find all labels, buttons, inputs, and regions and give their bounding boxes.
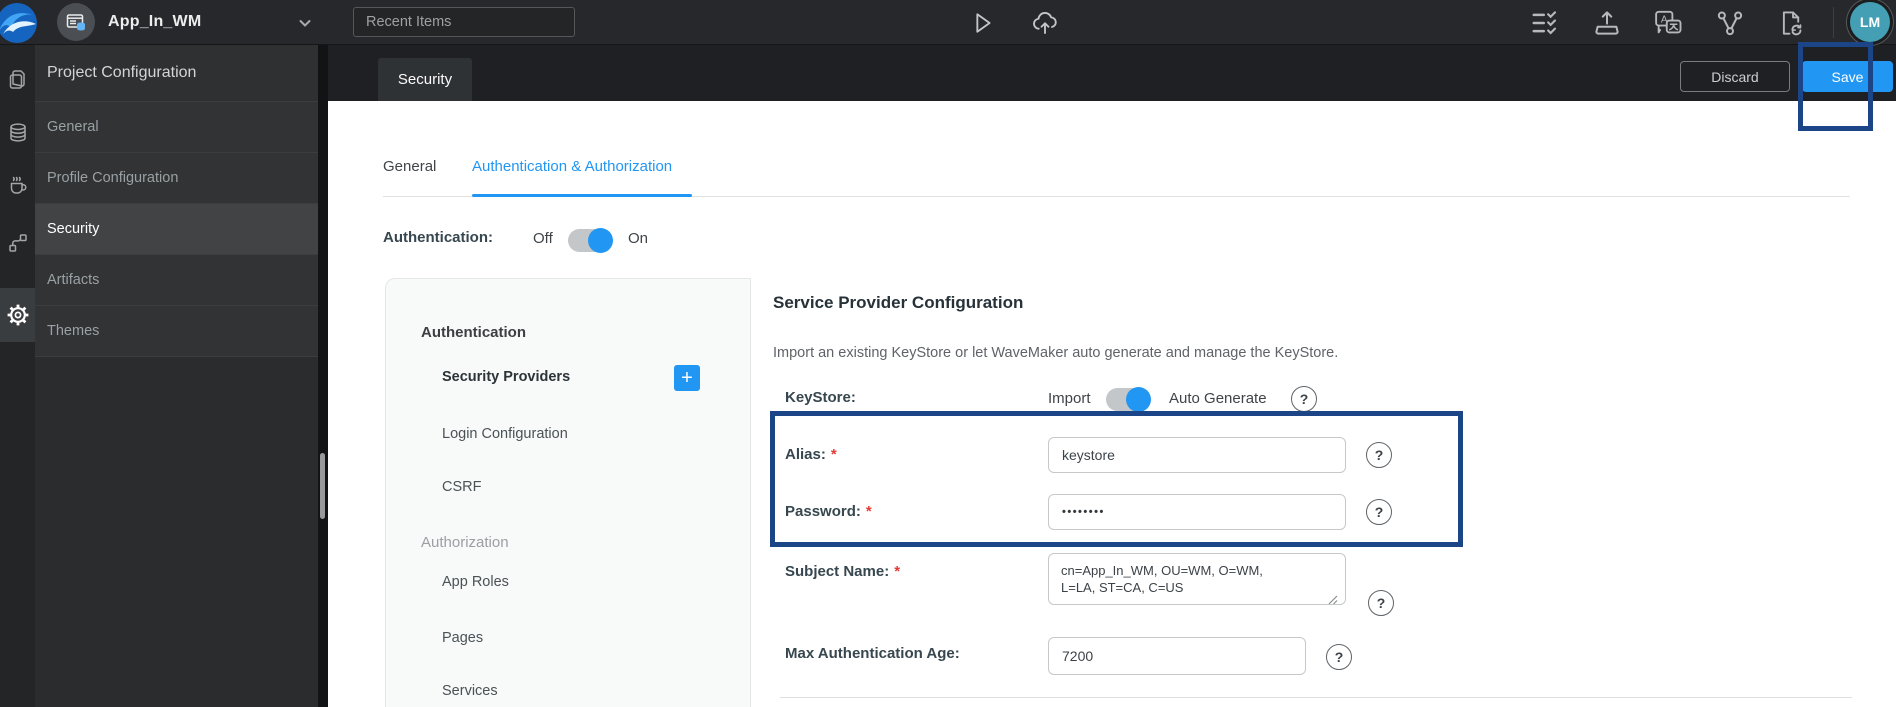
cloud-upload-icon xyxy=(1033,12,1057,34)
security-content: General Authentication & Authorization A… xyxy=(328,101,1896,707)
share-button[interactable] xyxy=(1715,8,1745,38)
authentication-toggle[interactable] xyxy=(568,228,613,253)
project-icon[interactable] xyxy=(57,3,95,41)
max-auth-age-label: Max Authentication Age: xyxy=(785,645,960,662)
workspace-header-band: Security Discard Save xyxy=(328,45,1896,101)
file-sync-icon xyxy=(1782,11,1802,36)
translate-button[interactable]: A xyxy=(1653,8,1683,38)
sidebar-item-themes[interactable]: Themes xyxy=(35,306,318,357)
publish-icon xyxy=(1595,11,1619,35)
password-input[interactable] xyxy=(1048,494,1346,530)
java-services-nav-button[interactable] xyxy=(0,163,35,207)
checklist-icon xyxy=(1532,11,1557,35)
database-icon xyxy=(9,123,26,142)
subject-name-help-button[interactable]: ? xyxy=(1368,590,1394,616)
password-label: Password: * xyxy=(785,503,872,520)
export-button[interactable] xyxy=(1592,8,1622,38)
service-provider-title: Service Provider Configuration xyxy=(773,293,1024,312)
password-label-text: Password: xyxy=(785,503,861,520)
menu-section-authentication: Authentication xyxy=(421,324,526,341)
chevron-down-icon[interactable] xyxy=(296,14,314,32)
alias-help-button[interactable]: ? xyxy=(1366,442,1392,468)
sidebar-title: Project Configuration xyxy=(35,45,318,102)
keystore-label: KeyStore: xyxy=(785,389,856,406)
subject-name-textarea[interactable]: cn=App_In_WM, OU=WM, O=WM, L=LA, ST=CA, … xyxy=(1048,553,1346,605)
topbar-divider xyxy=(1833,7,1834,38)
max-auth-age-input[interactable] xyxy=(1048,637,1306,675)
toggle-knob xyxy=(588,228,613,253)
keystore-toggle[interactable] xyxy=(1106,387,1151,412)
menu-item-login-configuration[interactable]: Login Configuration xyxy=(442,426,568,442)
password-required-marker: * xyxy=(865,503,872,520)
flows-nav-button[interactable] xyxy=(0,221,35,265)
file-sync-button[interactable] xyxy=(1777,8,1807,38)
sidebar-scrollbar[interactable] xyxy=(320,453,325,519)
left-icon-rail xyxy=(0,45,35,707)
sidebar-item-artifacts[interactable]: Artifacts xyxy=(35,255,318,306)
coffee-cup-icon xyxy=(10,176,26,194)
authentication-off-label: Off xyxy=(533,230,553,247)
alias-label-text: Alias: xyxy=(785,446,826,463)
keystore-auto-generate-label: Auto Generate xyxy=(1169,390,1267,407)
service-provider-description: Import an existing KeyStore or let WaveM… xyxy=(773,345,1339,361)
share-nodes-icon xyxy=(1717,11,1743,36)
database-nav-button[interactable] xyxy=(0,111,35,155)
workspace-tab-security[interactable]: Security xyxy=(378,58,472,101)
sidebar-gutter xyxy=(318,45,328,707)
section-divider xyxy=(780,697,1852,698)
menu-item-csrf[interactable]: CSRF xyxy=(442,479,481,495)
discard-button[interactable]: Discard xyxy=(1680,61,1790,92)
recent-items-input[interactable] xyxy=(353,7,575,37)
active-tab-underline xyxy=(472,194,692,197)
keystore-import-label: Import xyxy=(1048,390,1091,407)
toggle-knob xyxy=(1126,387,1151,412)
menu-item-pages[interactable]: Pages xyxy=(442,630,483,646)
subject-name-label: Subject Name: * xyxy=(785,563,900,580)
authentication-on-label: On xyxy=(628,230,649,247)
translate-icon: A xyxy=(1655,10,1682,34)
deploy-button[interactable] xyxy=(1030,8,1060,38)
gear-icon xyxy=(7,304,28,326)
pages-icon xyxy=(9,70,25,89)
settings-nav-button[interactable] xyxy=(0,288,35,342)
password-help-button[interactable]: ? xyxy=(1366,499,1392,525)
play-icon xyxy=(976,13,991,33)
subject-name-required-marker: * xyxy=(894,563,901,580)
alias-input[interactable] xyxy=(1048,437,1346,473)
resize-grip-icon[interactable] xyxy=(1328,595,1338,605)
add-security-provider-button[interactable]: + xyxy=(674,365,700,391)
pages-nav-button[interactable] xyxy=(0,58,35,102)
avatar[interactable]: LM xyxy=(1850,2,1890,42)
menu-item-security-providers[interactable]: Security Providers xyxy=(442,369,570,385)
alias-label: Alias: * xyxy=(785,446,837,463)
subject-name-label-text: Subject Name: xyxy=(785,563,890,580)
tab-general[interactable]: General xyxy=(383,158,436,175)
checklist-button[interactable] xyxy=(1530,8,1560,38)
menu-item-app-roles[interactable]: App Roles xyxy=(442,574,509,590)
menu-section-authorization: Authorization xyxy=(421,534,509,551)
connector-flow-icon xyxy=(8,234,27,252)
project-config-sidebar: Project Configuration General Profile Co… xyxy=(35,45,318,707)
app-title: App_In_WM xyxy=(108,13,202,30)
sidebar-item-profile-configuration[interactable]: Profile Configuration xyxy=(35,153,318,204)
save-button[interactable]: Save xyxy=(1802,61,1893,92)
sidebar-item-general[interactable]: General xyxy=(35,102,318,153)
max-auth-age-help-button[interactable]: ? xyxy=(1326,644,1352,670)
top-bar: App_In_WM Recent Items A LM xyxy=(0,0,1896,45)
run-button[interactable] xyxy=(967,8,997,38)
alias-required-marker: * xyxy=(830,446,837,463)
wavemaker-studio-screen: App_In_WM Recent Items A LM Project Conf… xyxy=(0,0,1896,707)
keystore-help-button[interactable]: ? xyxy=(1291,386,1317,412)
security-menu-card: Authentication Security Providers + Logi… xyxy=(385,278,751,707)
wavemaker-logo-icon xyxy=(0,1,42,45)
tab-authentication-authorization[interactable]: Authentication & Authorization xyxy=(472,158,672,175)
sidebar-item-security[interactable]: Security xyxy=(35,204,318,255)
menu-item-services[interactable]: Services xyxy=(442,683,498,699)
authentication-label: Authentication: xyxy=(383,229,493,246)
